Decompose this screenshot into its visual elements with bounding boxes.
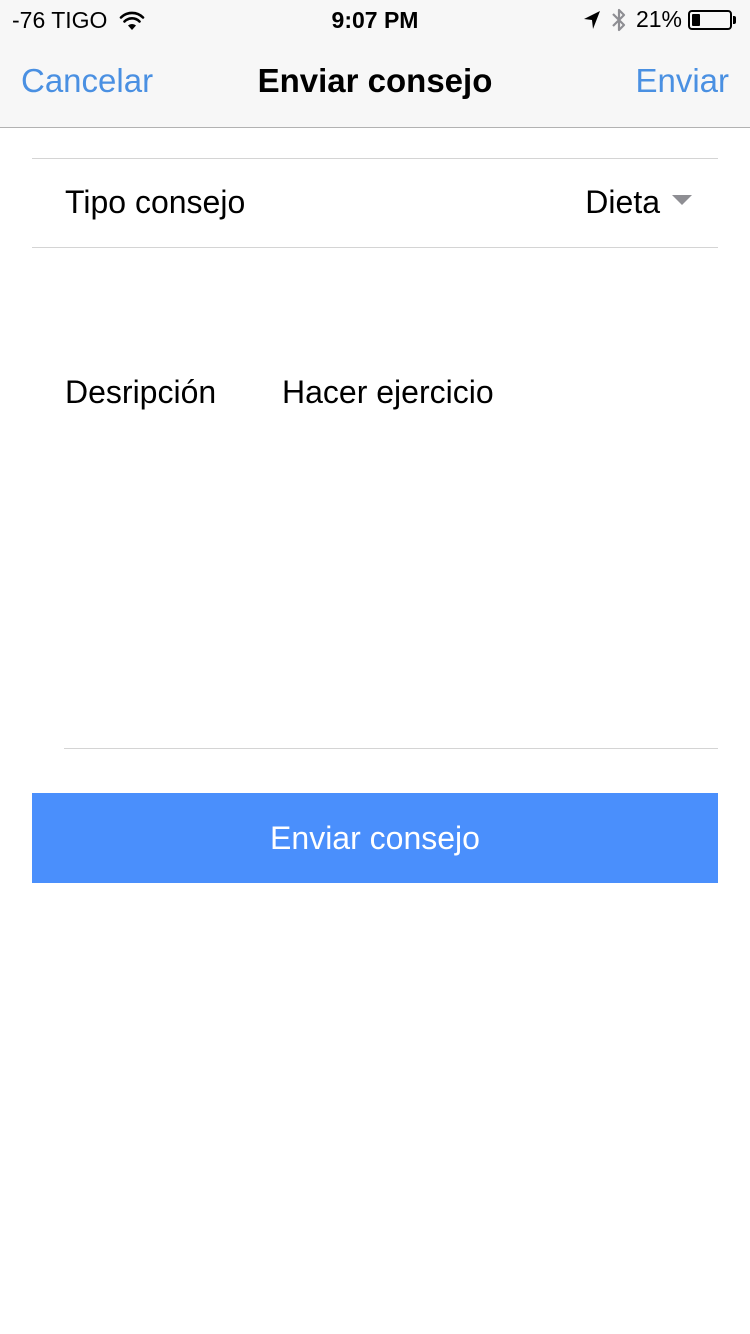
bluetooth-icon bbox=[612, 8, 626, 31]
advice-type-row: Tipo consejo Dieta bbox=[32, 159, 718, 247]
divider bbox=[64, 748, 718, 749]
status-right: 21% bbox=[582, 6, 736, 33]
send-button[interactable]: Enviar bbox=[635, 62, 729, 100]
battery-nub bbox=[733, 15, 736, 24]
advice-type-label: Tipo consejo bbox=[65, 184, 246, 220]
navigation-bar: Cancelar Enviar consejo Enviar bbox=[0, 40, 750, 128]
battery-percent: 21% bbox=[635, 6, 682, 32]
divider bbox=[32, 247, 718, 248]
advice-type-value: Dieta bbox=[585, 184, 660, 220]
location-arrow-icon bbox=[583, 10, 600, 29]
advice-type-select[interactable]: Dieta bbox=[585, 184, 692, 221]
dropdown-caret-icon bbox=[672, 194, 692, 205]
battery-fill bbox=[692, 13, 700, 26]
status-bar: -76 TIGO 9:07 PM 21% bbox=[0, 0, 750, 40]
submit-advice-button[interactable]: Enviar consejo bbox=[32, 793, 718, 883]
description-field[interactable]: Hacer ejercicio bbox=[282, 360, 712, 740]
description-label: Desripción bbox=[65, 374, 217, 410]
battery-icon bbox=[688, 9, 732, 30]
